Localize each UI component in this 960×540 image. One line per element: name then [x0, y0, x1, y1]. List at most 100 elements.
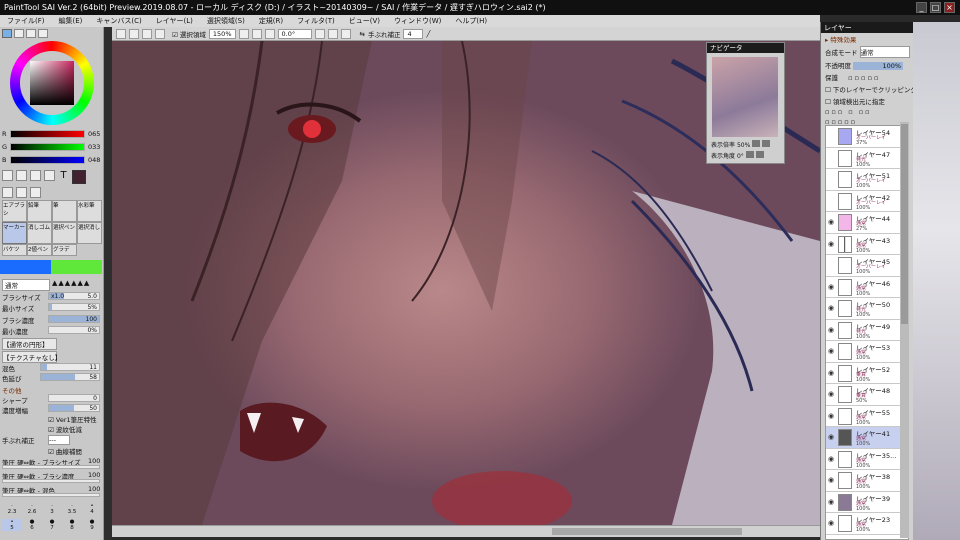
eyedropper-icon[interactable]: [44, 170, 55, 181]
select-icon[interactable]: [2, 187, 13, 198]
r-slider[interactable]: [10, 130, 85, 138]
visibility-toggle[interactable]: ◉: [828, 304, 836, 312]
navigator-preview[interactable]: [712, 57, 778, 137]
menu-window[interactable]: ウィンドウ(W): [387, 15, 448, 27]
brush-size-preset[interactable]: · 3.5: [62, 503, 82, 515]
g-slider[interactable]: [10, 143, 85, 151]
layer-item[interactable]: ◉ レイヤー48 乗算 50%: [826, 384, 908, 406]
hand-icon[interactable]: [16, 187, 27, 198]
tool-pencil[interactable]: 鉛筆: [27, 200, 52, 222]
rotation-field[interactable]: 0.0°: [277, 28, 312, 39]
horizontal-scrollbar[interactable]: [112, 525, 820, 537]
text-tool-icon[interactable]: T: [58, 170, 69, 181]
visibility-toggle[interactable]: ◉: [828, 283, 836, 291]
hsv-tab[interactable]: [26, 29, 36, 38]
waves-checkbox[interactable]: ☑ 波紋低減: [48, 424, 82, 434]
ver1-checkbox[interactable]: ☑ Ver1筆圧特性: [48, 414, 97, 424]
color-wheel-tab[interactable]: [2, 29, 12, 38]
layer-item[interactable]: ◉ レイヤー39 通常 100%: [826, 491, 908, 513]
tool-marker[interactable]: マーカー: [2, 222, 27, 244]
pen-icon[interactable]: ╱: [426, 30, 430, 38]
visibility-toggle[interactable]: [828, 261, 836, 269]
select-source-checkbox[interactable]: ☐ 領域検出元に指定: [821, 95, 913, 107]
dilute-slider[interactable]: 58: [40, 373, 100, 381]
visibility-toggle[interactable]: ◉: [828, 433, 836, 441]
tool-brush[interactable]: 筆: [52, 200, 77, 222]
stabilizer-field[interactable]: 4: [403, 28, 424, 39]
layer-item[interactable]: ◉ レイヤー23 通常 100%: [826, 513, 908, 535]
menu-help[interactable]: ヘルプ(H): [448, 15, 494, 27]
zoom-reset-button[interactable]: [264, 28, 275, 39]
rotate-reset-button[interactable]: [340, 28, 351, 39]
layer-scroll-thumb[interactable]: [901, 124, 908, 324]
layer-item[interactable]: レイヤー51 オーバーレイ 100%: [826, 169, 908, 191]
visibility-toggle[interactable]: ◉: [828, 240, 836, 248]
brush-size-preset[interactable]: · 2.3: [2, 503, 22, 515]
deselect-button[interactable]: [142, 28, 152, 39]
navigator-rotate-left-button[interactable]: [745, 151, 754, 158]
layer-item[interactable]: ◉ レイヤー43 通常 100%: [826, 233, 908, 255]
move-icon[interactable]: [2, 170, 13, 181]
blend-slider[interactable]: 11: [40, 363, 100, 371]
clip-checkbox[interactable]: ☐ 下のレイヤーでクリッピング: [821, 83, 913, 95]
visibility-toggle[interactable]: ◉: [828, 347, 836, 355]
tool-watercolor[interactable]: 水彩筆: [77, 200, 102, 222]
tool-gradient[interactable]: グラデ: [52, 244, 77, 256]
close-button[interactable]: ×: [944, 2, 955, 13]
layer-item[interactable]: ◉ レイヤー46 通常 100%: [826, 276, 908, 298]
stab-select[interactable]: ---: [48, 435, 70, 445]
brush-size-preset[interactable]: ● 6: [22, 519, 42, 531]
texture-select[interactable]: 【テクスチャなし】: [2, 351, 61, 363]
tool-select-pen[interactable]: 選択ペン: [52, 222, 77, 244]
visibility-toggle[interactable]: ◉: [828, 369, 836, 377]
tool-eraser[interactable]: 消しゴム: [27, 222, 52, 244]
visibility-toggle[interactable]: ◉: [828, 519, 836, 527]
menu-ruler[interactable]: 定規(R): [252, 15, 290, 27]
navigator-zoom-out-button[interactable]: [752, 140, 761, 147]
brush-size-slider[interactable]: x1.0 5.0: [48, 292, 100, 300]
brush-size-preset[interactable]: • 5: [2, 519, 22, 531]
zoom-field[interactable]: 150%: [208, 28, 236, 39]
current-color-swatch[interactable]: [72, 170, 86, 184]
visibility-toggle[interactable]: ◉: [828, 412, 836, 420]
maximize-button[interactable]: □: [930, 2, 941, 13]
tool-bucket[interactable]: バケツ: [2, 244, 27, 256]
layer-item[interactable]: レイヤー54 オーバーレイ 37%: [826, 126, 908, 148]
blend-mode-select[interactable]: 通常: [2, 279, 50, 291]
other-section-title[interactable]: その他: [2, 385, 22, 395]
brush-size-preset[interactable]: • 4: [82, 503, 102, 515]
layer-item[interactable]: ◉ レイヤー44 通常 27%: [826, 212, 908, 234]
layer-item[interactable]: ◉ レイヤー35... 通常 100%: [826, 448, 908, 470]
brush-size-preset[interactable]: ● 9: [82, 519, 102, 531]
brush-shape-select[interactable]: 【通常の円形】: [2, 338, 57, 350]
tool-select-eraser[interactable]: 選択消し: [77, 222, 102, 244]
layer-item[interactable]: ◉ レイヤー50 発光 100%: [826, 298, 908, 320]
tool-binary-pen[interactable]: 2値ペン: [27, 244, 52, 256]
brush-shape-icons[interactable]: ▲▲▲▲▲▲: [52, 279, 90, 287]
visibility-toggle[interactable]: ◉: [828, 455, 836, 463]
undo-button[interactable]: [116, 28, 126, 39]
min-size-slider[interactable]: 5%: [48, 303, 100, 311]
navigator-angle-value[interactable]: 0°: [737, 153, 744, 160]
menu-filter[interactable]: フィルタ(T): [290, 15, 342, 27]
saturation-value-square[interactable]: [30, 61, 74, 105]
pressure-blend-slider[interactable]: [2, 493, 100, 497]
brush-size-preset[interactable]: ● 7: [42, 519, 62, 531]
menu-file[interactable]: ファイル(F): [0, 15, 52, 27]
select-all-button[interactable]: [155, 28, 165, 39]
rotate-right-button[interactable]: [327, 28, 338, 39]
visibility-toggle[interactable]: ◉: [828, 476, 836, 484]
lasso-icon[interactable]: [30, 170, 41, 181]
palette-tab[interactable]: [38, 29, 48, 38]
layer-blend-mode-select[interactable]: 通常: [859, 46, 910, 58]
pressure-density-slider[interactable]: [2, 479, 100, 483]
menu-selection[interactable]: 選択領域(S): [200, 15, 252, 27]
layer-item[interactable]: ◉ レイヤー53 通常 100%: [826, 341, 908, 363]
brush-size-preset[interactable]: · 2.6: [22, 503, 42, 515]
redo-button[interactable]: [129, 28, 139, 39]
visibility-toggle[interactable]: [828, 132, 836, 140]
visibility-toggle[interactable]: [828, 175, 836, 183]
layer-action-icons[interactable]: ▫▫▫ ▫ ▫▫: [821, 107, 913, 117]
rotate-icon[interactable]: [30, 187, 41, 198]
menu-view[interactable]: ビュー(V): [342, 15, 387, 27]
